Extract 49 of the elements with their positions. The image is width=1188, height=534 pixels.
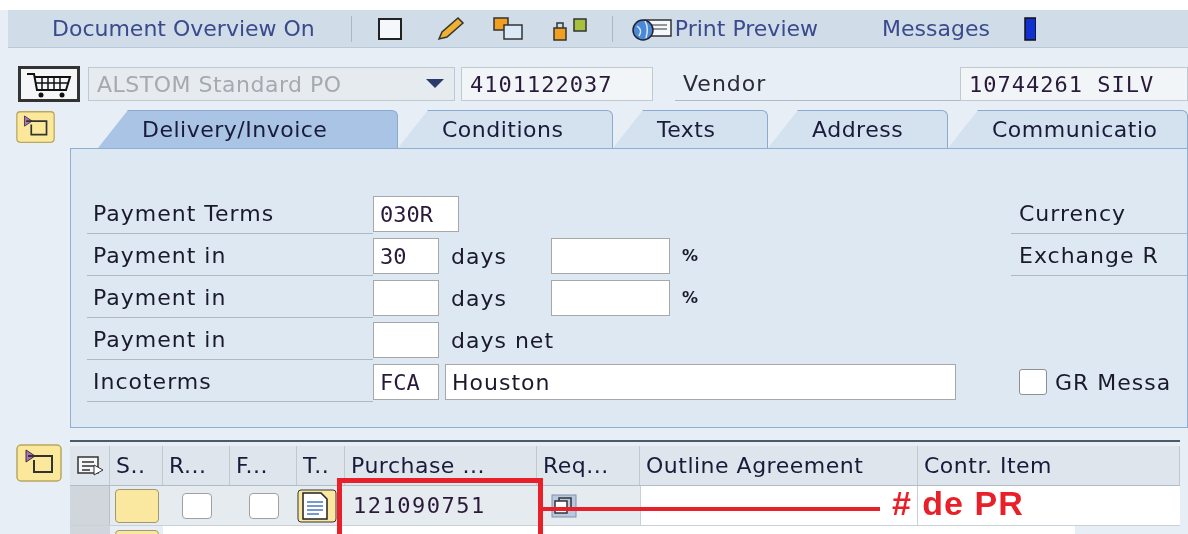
vendor-field[interactable]: 10744261 SILV bbox=[960, 67, 1188, 101]
percent-field[interactable] bbox=[551, 280, 670, 316]
checkbox[interactable] bbox=[181, 492, 212, 519]
percent-field[interactable] bbox=[551, 238, 670, 274]
checkbox[interactable] bbox=[248, 492, 279, 519]
checkbox[interactable] bbox=[1019, 369, 1047, 395]
incoterms-field[interactable]: FCA bbox=[373, 364, 439, 400]
column-header[interactable]: Req... bbox=[537, 446, 640, 485]
column-header[interactable]: S.. bbox=[110, 446, 163, 485]
percent-sign: % bbox=[682, 245, 699, 267]
tab[interactable]: Conditions bbox=[398, 110, 613, 148]
toolbar-button[interactable]: Document Overview On bbox=[52, 17, 315, 40]
days-field[interactable] bbox=[373, 322, 439, 358]
expand-icon[interactable] bbox=[16, 108, 55, 146]
field-label: Exchange R bbox=[1011, 236, 1187, 276]
page-icon[interactable] bbox=[377, 16, 402, 41]
status-cell bbox=[114, 488, 159, 523]
tab[interactable]: Address bbox=[768, 110, 948, 148]
percent-sign: % bbox=[682, 287, 699, 309]
caret-icon bbox=[426, 79, 444, 89]
days-field[interactable]: 30 bbox=[373, 238, 439, 274]
annotation-text: # de PR bbox=[892, 486, 1024, 520]
column-header[interactable]: Outline Agreement bbox=[640, 446, 918, 485]
column-settings-icon[interactable] bbox=[75, 454, 104, 477]
field-label: Currency bbox=[1011, 194, 1187, 234]
column-header[interactable]: F... bbox=[230, 446, 297, 485]
unit-label: days bbox=[451, 284, 508, 313]
document-icon[interactable] bbox=[297, 488, 337, 523]
payment-terms-field[interactable]: 030R bbox=[373, 196, 459, 232]
location-field[interactable]: Houston bbox=[445, 364, 956, 400]
messages-button[interactable]: Messages bbox=[882, 17, 990, 40]
tab[interactable]: Communicatio bbox=[948, 110, 1188, 148]
checkbox-label: GR Messa bbox=[1055, 368, 1172, 397]
unit-label: days net bbox=[451, 326, 551, 355]
tab[interactable]: Delivery/Invoice bbox=[98, 110, 398, 148]
document-number-field[interactable]: 4101122037 bbox=[461, 67, 653, 101]
squares-icon[interactable] bbox=[491, 15, 526, 42]
purchase-requisition-field[interactable]: 121090751 bbox=[345, 486, 537, 525]
column-header[interactable]: Contr. Item bbox=[918, 446, 1180, 485]
unit-label: days bbox=[451, 242, 508, 271]
expand-icon[interactable] bbox=[16, 444, 62, 482]
days-field[interactable] bbox=[373, 280, 439, 316]
column-header[interactable]: T.. bbox=[297, 446, 345, 485]
print-preview-button[interactable]: Print Preview bbox=[630, 15, 819, 42]
column-header[interactable]: R... bbox=[163, 446, 230, 485]
cart-icon bbox=[18, 66, 80, 102]
pencil-icon[interactable] bbox=[435, 15, 466, 42]
tab[interactable]: Texts bbox=[613, 110, 768, 148]
column-header[interactable]: Purchase ... bbox=[345, 446, 537, 485]
